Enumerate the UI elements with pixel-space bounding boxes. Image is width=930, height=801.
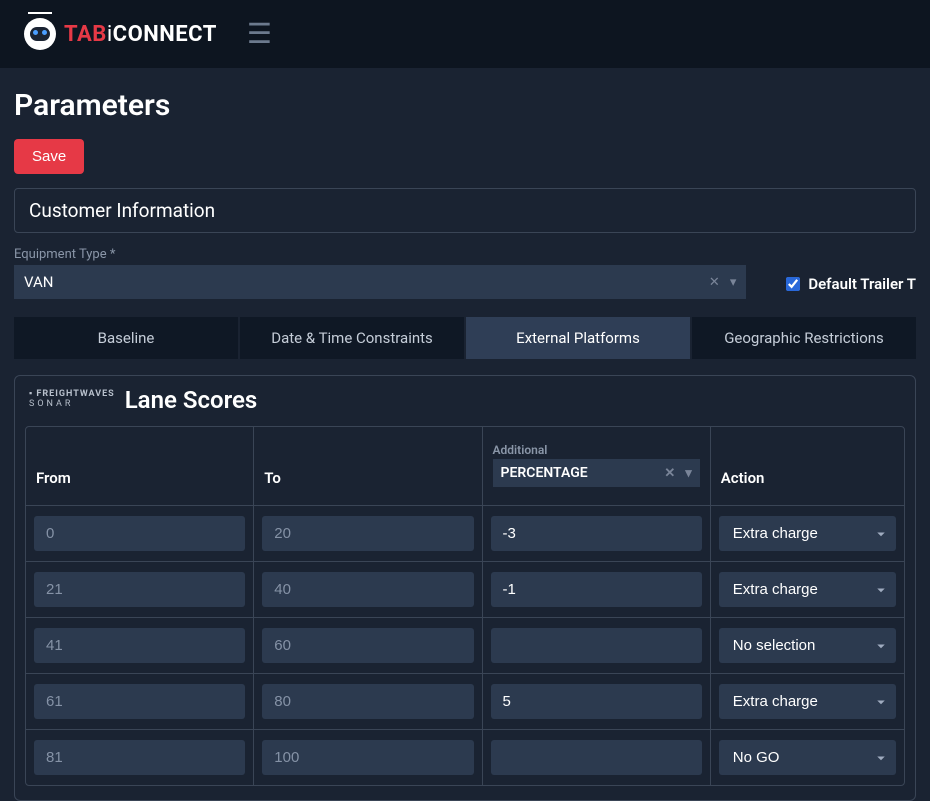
- app-logo: TABiCONNECT: [24, 18, 217, 50]
- equipment-type-label: Equipment Type *: [14, 247, 746, 262]
- hamburger-menu-icon[interactable]: ☰: [247, 20, 272, 48]
- from-input[interactable]: [34, 684, 245, 719]
- additional-input[interactable]: [491, 516, 702, 551]
- additional-input[interactable]: [491, 740, 702, 775]
- lane-scores-title: Lane Scores: [125, 386, 258, 414]
- logo-robot-icon: [24, 18, 56, 50]
- action-select[interactable]: No selectionExtra chargeNo GO: [719, 684, 896, 719]
- default-trailer-checkbox[interactable]: [786, 277, 800, 291]
- clear-equipment-icon[interactable]: ✕: [709, 275, 720, 290]
- to-input[interactable]: [262, 516, 473, 551]
- column-to: To: [254, 427, 482, 506]
- tab-geographic-restrictions[interactable]: Geographic Restrictions: [692, 317, 916, 359]
- from-input[interactable]: [34, 572, 245, 607]
- action-select[interactable]: No selectionExtra chargeNo GO: [719, 740, 896, 775]
- lane-scores-panel: ▪ FREIGHTWAVES SONAR Lane Scores From To…: [14, 375, 916, 801]
- to-input[interactable]: [262, 628, 473, 663]
- column-additional: Additional PERCENTAGE ✕ ▾: [483, 427, 711, 506]
- from-input[interactable]: [34, 516, 245, 551]
- table-row: No selectionExtra chargeNo GO: [26, 618, 904, 674]
- action-select[interactable]: No selectionExtra chargeNo GO: [719, 628, 896, 663]
- table-row: No selectionExtra chargeNo GO: [26, 730, 904, 785]
- save-button[interactable]: Save: [14, 139, 84, 174]
- additional-mode-value: PERCENTAGE: [501, 465, 588, 481]
- equipment-type-value: VAN: [24, 273, 54, 291]
- lane-scores-table: From To Additional PERCENTAGE ✕ ▾ Action: [25, 426, 905, 786]
- default-trailer-label: Default Trailer T: [808, 275, 916, 293]
- tabs: Baseline Date & Time Constraints Externa…: [14, 317, 916, 359]
- dropdown-arrow-icon[interactable]: ▾: [685, 466, 692, 481]
- freightwaves-sonar-logo: ▪ FREIGHTWAVES SONAR: [29, 390, 115, 410]
- app-header: TABiCONNECT ☰: [0, 0, 930, 68]
- page-title: Parameters: [14, 88, 916, 123]
- customer-information-section-header[interactable]: Customer Information: [14, 188, 916, 233]
- column-from: From: [26, 427, 254, 506]
- default-trailer-checkbox-wrap[interactable]: Default Trailer T: [786, 275, 916, 299]
- to-input[interactable]: [262, 572, 473, 607]
- additional-input[interactable]: [491, 572, 702, 607]
- to-input[interactable]: [262, 684, 473, 719]
- from-input[interactable]: [34, 628, 245, 663]
- table-row: No selectionExtra chargeNo GO: [26, 674, 904, 730]
- from-input[interactable]: [34, 740, 245, 775]
- action-select[interactable]: No selectionExtra chargeNo GO: [719, 572, 896, 607]
- additional-input[interactable]: [491, 684, 702, 719]
- table-row: No selectionExtra chargeNo GO: [26, 562, 904, 618]
- equipment-type-select[interactable]: VAN ✕ ▾: [14, 265, 746, 299]
- clear-additional-icon[interactable]: ✕: [664, 466, 675, 481]
- additional-input[interactable]: [491, 628, 702, 663]
- table-row: No selectionExtra chargeNo GO: [26, 506, 904, 562]
- column-action: Action: [711, 427, 904, 506]
- additional-mode-select[interactable]: PERCENTAGE ✕ ▾: [493, 459, 700, 487]
- logo-text: TABiCONNECT: [64, 22, 217, 47]
- action-select[interactable]: No selectionExtra chargeNo GO: [719, 516, 896, 551]
- additional-label: Additional: [493, 443, 700, 457]
- to-input[interactable]: [262, 740, 473, 775]
- tab-date-time-constraints[interactable]: Date & Time Constraints: [240, 317, 466, 359]
- tab-external-platforms[interactable]: External Platforms: [466, 317, 692, 359]
- dropdown-arrow-icon[interactable]: ▾: [730, 275, 737, 290]
- tab-baseline[interactable]: Baseline: [14, 317, 240, 359]
